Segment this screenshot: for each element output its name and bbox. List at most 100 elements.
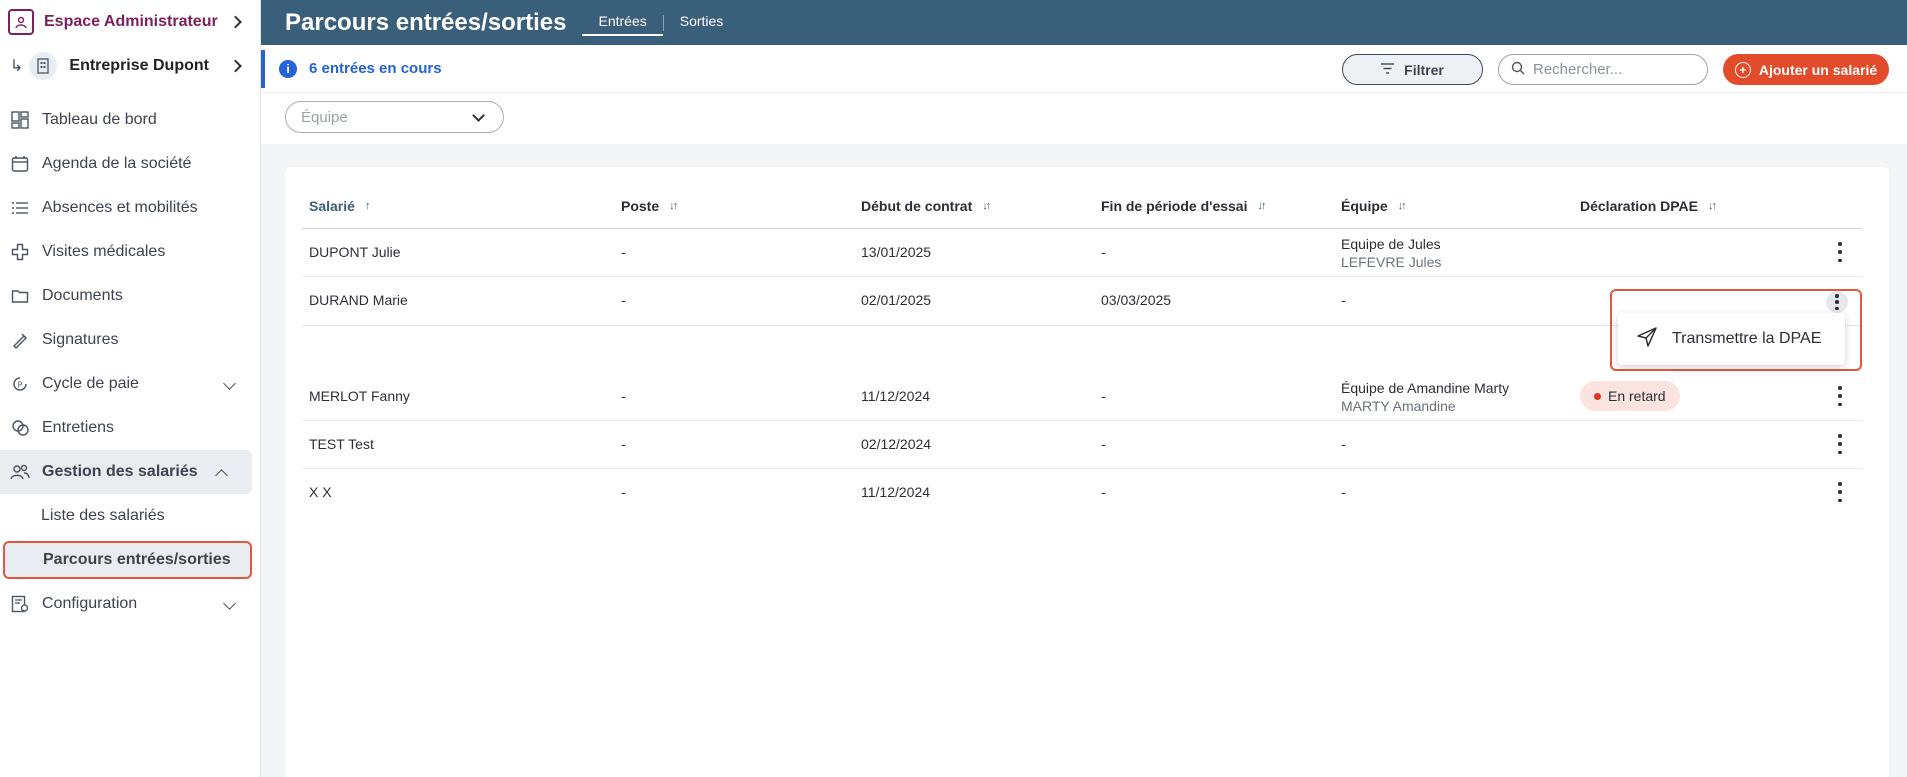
sidebar-item-agenda[interactable]: Agenda de la société (0, 142, 260, 186)
info-bar: i 6 entrées en cours Filtrer Rechercher.… (261, 45, 1907, 93)
search-icon (1511, 61, 1525, 79)
sidebar-item-documents[interactable]: Documents (0, 274, 260, 318)
column-label: Déclaration DPAE (1580, 198, 1698, 214)
send-icon (1636, 326, 1658, 353)
sidebar-nav: Tableau de bord Agenda de la société Abs… (0, 98, 260, 626)
folder-icon (10, 286, 30, 306)
sidebar-subitem-label: Liste des salariés (41, 507, 165, 524)
cell-poste: - (621, 436, 626, 452)
sidebar-item-label: Tableau de bord (42, 111, 157, 128)
cell-equipe: Équipe de Amandine Marty MARTY Amandine (1341, 379, 1509, 415)
column-header-debut[interactable]: Début de contrat ↓↑ (861, 198, 991, 214)
column-header-poste[interactable]: Poste ↓↑ (621, 198, 678, 214)
sort-icon: ↓↑ (669, 200, 678, 212)
sidebar-item-absences[interactable]: Absences et mobilités (0, 186, 260, 230)
column-label: Début de contrat (861, 198, 973, 214)
column-header-fin-essai[interactable]: Fin de période d'essai ↓↑ (1101, 198, 1266, 214)
cell-debut: 11/12/2024 (861, 484, 931, 500)
cell-fin-essai: - (1101, 244, 1106, 260)
cell-salarie: TEST Test (309, 436, 374, 452)
team-manager: LEFEVRE Jules (1341, 254, 1442, 270)
calendar-icon (10, 154, 30, 174)
team-select-placeholder: Équipe (301, 108, 348, 126)
more-options-icon[interactable] (1838, 242, 1842, 262)
sidebar-item-label: Agenda de la société (42, 155, 192, 172)
building-icon (29, 52, 58, 80)
column-header-equipe[interactable]: Équipe ↓↑ (1341, 198, 1407, 214)
sidebar-item-entretiens[interactable]: Entretiens (0, 406, 260, 450)
team-name: Equipe de Jules (1341, 236, 1441, 252)
cell-debut: 11/12/2024 (861, 388, 931, 404)
filter-label: Filtrer (1404, 61, 1444, 78)
sidebar-item-signatures[interactable]: Signatures (0, 318, 260, 362)
menu-item-transmit-dpae[interactable]: Transmettre la DPAE (1618, 313, 1845, 365)
chevron-up-icon (215, 469, 228, 482)
team-name: Équipe de Amandine Marty (1341, 380, 1510, 396)
column-label: Fin de période d'essai (1101, 198, 1248, 214)
team-manager: MARTY Amandine (1341, 398, 1456, 414)
cell-fin-essai: - (1101, 436, 1106, 452)
add-employee-button[interactable]: + Ajouter un salarié (1723, 54, 1889, 85)
app-root: Espace Administrateur ↳ Entreprise Dupon… (0, 0, 1907, 777)
sidebar-item-configuration[interactable]: Configuration (0, 582, 260, 626)
more-options-icon[interactable] (1838, 386, 1842, 406)
tab-sorties[interactable]: Sorties (664, 0, 740, 45)
users-icon (10, 462, 30, 482)
company-switcher[interactable]: ↳ Entreprise Dupont (0, 44, 260, 88)
info-icon: i (279, 60, 297, 78)
sidebar-item-tableau-de-bord[interactable]: Tableau de bord (0, 98, 260, 142)
sort-asc-icon: ↑ (364, 200, 370, 212)
cell-fin-essai: - (1101, 484, 1106, 500)
menu-item-label: Transmettre la DPAE (1672, 330, 1822, 347)
filter-icon (1381, 62, 1395, 77)
sidebar-item-label: Documents (42, 287, 123, 304)
column-label: Équipe (1341, 198, 1388, 214)
sub-arrow-icon: ↳ (10, 58, 24, 75)
tab-entrees[interactable]: Entrées (582, 0, 663, 45)
sidebar-item-label: Gestion des salariés (42, 463, 198, 480)
chevron-down-icon (223, 597, 236, 610)
filter-area: Équipe (261, 94, 1907, 144)
team-select[interactable]: Équipe (285, 101, 504, 133)
sidebar-item-visites-medicales[interactable]: Visites médicales (0, 230, 260, 274)
sidebar-item-label: Absences et mobilités (42, 199, 198, 216)
cell-salarie: DURAND Marie (309, 292, 408, 308)
cell-equipe: - (1341, 436, 1346, 452)
list-icon (10, 198, 30, 218)
status-badge-late: En retard (1580, 381, 1680, 411)
sidebar: Espace Administrateur ↳ Entreprise Dupon… (0, 0, 261, 777)
column-header-dpae[interactable]: Déclaration DPAE ↓↑ (1580, 198, 1717, 214)
sort-icon: ↓↑ (982, 200, 991, 212)
sidebar-item-label: Cycle de paie (42, 375, 139, 392)
space-switcher[interactable]: Espace Administrateur (0, 0, 260, 44)
chevron-right-icon (229, 15, 242, 29)
cell-debut: 02/12/2024 (861, 436, 932, 452)
cell-poste: - (621, 244, 626, 260)
signature-icon (10, 330, 30, 350)
search-placeholder: Rechercher... (1533, 61, 1623, 78)
admin-space-icon (8, 9, 34, 35)
search-input[interactable]: Rechercher... (1498, 54, 1708, 85)
more-options-icon[interactable] (1838, 482, 1842, 502)
more-options-icon[interactable] (1838, 434, 1842, 454)
sidebar-subitem-liste-salaries[interactable]: Liste des salariés (0, 494, 260, 538)
sidebar-subitem-label: Parcours entrées/sorties (43, 551, 231, 568)
cell-fin-essai: - (1101, 388, 1106, 404)
table-row[interactable]: MERLOT Fanny - 11/12/2024 - Équipe de Am… (302, 373, 1862, 421)
filter-button[interactable]: Filtrer (1342, 54, 1483, 85)
active-more-options-button[interactable] (1826, 291, 1848, 313)
sidebar-item-cycle-de-paie[interactable]: P Cycle de paie (0, 362, 260, 406)
table-row[interactable]: X X - 11/12/2024 - - (302, 469, 1862, 517)
cell-equipe: - (1341, 484, 1346, 500)
svg-text:P: P (18, 381, 23, 390)
sidebar-item-label: Signatures (42, 331, 119, 348)
table-row[interactable]: TEST Test - 02/12/2024 - - (302, 421, 1862, 469)
sidebar-subitem-parcours[interactable]: Parcours entrées/sorties (3, 541, 252, 579)
cell-equipe: - (1341, 292, 1346, 308)
cell-salarie: X X (309, 484, 332, 500)
sidebar-item-gestion-salaries[interactable]: Gestion des salariés (0, 450, 252, 494)
cell-debut: 02/01/2025 (861, 292, 932, 308)
column-header-salarie[interactable]: Salarié ↑ (309, 198, 370, 214)
cell-salarie: MERLOT Fanny (309, 388, 410, 404)
table-row[interactable]: DUPONT Julie - 13/01/2025 - Equipe de Ju… (302, 229, 1862, 277)
